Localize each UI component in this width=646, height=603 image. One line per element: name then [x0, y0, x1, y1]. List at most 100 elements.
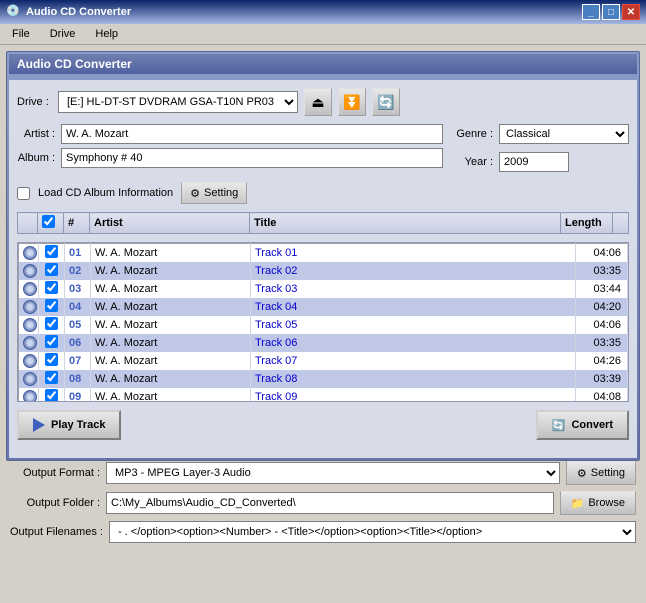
track-table-body: 01 W. A. Mozart Track 01 04:06 02 W. A. …	[18, 243, 628, 402]
load-cd-checkbox[interactable]	[17, 187, 30, 200]
track-checkbox[interactable]	[45, 353, 58, 366]
track-title: Track 07	[251, 352, 576, 370]
track-checkbox-cell[interactable]	[39, 244, 65, 263]
track-checkbox-cell[interactable]	[39, 262, 65, 280]
track-checkbox-cell[interactable]	[39, 280, 65, 298]
track-checkbox-cell[interactable]	[39, 352, 65, 370]
eject-up-button[interactable]: ⏏	[304, 88, 332, 116]
output-format-select[interactable]: MP3 - MPEG Layer-3 AudioWAV AudioOGG Vor…	[106, 462, 560, 484]
track-length: 04:06	[576, 316, 628, 334]
output-section: Output Format : MP3 - MPEG Layer-3 Audio…	[6, 461, 640, 543]
convert-label: Convert	[571, 419, 613, 431]
track-checkbox-cell[interactable]	[39, 370, 65, 388]
info-left: Artist : Album :	[17, 124, 443, 176]
track-artist: W. A. Mozart	[91, 334, 251, 352]
artist-input[interactable]	[61, 124, 443, 144]
eject-down-button[interactable]: ⏬	[338, 88, 366, 116]
track-artist: W. A. Mozart	[91, 370, 251, 388]
panel-title: Audio CD Converter	[9, 54, 637, 74]
album-input[interactable]	[61, 148, 443, 168]
track-artist: W. A. Mozart	[91, 388, 251, 402]
artist-label: Artist :	[17, 128, 55, 140]
track-artist: W. A. Mozart	[91, 298, 251, 316]
track-number: 08	[65, 370, 91, 388]
artist-row: Artist :	[17, 124, 443, 144]
menu-file[interactable]: File	[4, 26, 38, 42]
track-checkbox-cell[interactable]	[39, 334, 65, 352]
drive-select[interactable]: [E:] HL-DT-ST DVDRAM GSA-T10N PR03	[58, 91, 298, 113]
output-format-label: Output Format :	[10, 467, 100, 479]
th-cd	[18, 213, 38, 234]
menu-bar: File Drive Help	[0, 24, 646, 45]
close-button[interactable]: ✕	[622, 4, 640, 20]
maximize-button[interactable]: □	[602, 4, 620, 20]
track-number: 02	[65, 262, 91, 280]
title-bar-controls: _ □ ✕	[582, 4, 640, 20]
track-title: Track 09	[251, 388, 576, 402]
th-length: Length	[561, 213, 613, 234]
output-setting-label: Setting	[591, 467, 625, 479]
convert-button[interactable]: 🔄 Convert	[536, 410, 629, 440]
refresh-button[interactable]: 🔄	[372, 88, 400, 116]
track-title: Track 02	[251, 262, 576, 280]
track-checkbox[interactable]	[45, 263, 58, 276]
setting-button-top[interactable]: ⚙ Setting	[181, 182, 247, 204]
table-row: 02 W. A. Mozart Track 02 03:35	[19, 262, 628, 280]
track-checkbox-cell[interactable]	[39, 388, 65, 402]
track-length: 04:06	[576, 244, 628, 263]
track-checkbox[interactable]	[45, 281, 58, 294]
track-cd-icon	[19, 298, 39, 316]
track-checkbox[interactable]	[45, 389, 58, 402]
main-panel: Audio CD Converter Drive : [E:] HL-DT-ST…	[6, 51, 640, 461]
track-checkbox[interactable]	[45, 371, 58, 384]
table-row: 07 W. A. Mozart Track 07 04:26	[19, 352, 628, 370]
browse-button[interactable]: 📁 Browse	[560, 491, 636, 515]
track-checkbox-cell[interactable]	[39, 316, 65, 334]
drive-label: Drive :	[17, 96, 52, 108]
track-cd-icon	[19, 316, 39, 334]
select-all-checkbox[interactable]	[42, 215, 55, 228]
track-checkbox-cell[interactable]	[39, 298, 65, 316]
output-folder-input[interactable]	[106, 492, 554, 514]
track-checkbox[interactable]	[45, 317, 58, 330]
main-container: Audio CD Converter Drive : [E:] HL-DT-ST…	[0, 45, 646, 555]
panel-inner: Drive : [E:] HL-DT-ST DVDRAM GSA-T10N PR…	[9, 80, 637, 458]
track-length: 04:08	[576, 388, 628, 402]
genre-select[interactable]: ClassicalRockPopJazzBlues	[499, 124, 629, 144]
output-filenames-label: Output Filenames :	[10, 526, 103, 538]
th-num: #	[64, 213, 90, 234]
table-row: 06 W. A. Mozart Track 06 03:35	[19, 334, 628, 352]
action-row: Play Track 🔄 Convert	[17, 410, 629, 440]
gear-icon: ⚙	[190, 187, 200, 200]
track-number: 05	[65, 316, 91, 334]
setting-btn-label: Setting	[204, 187, 238, 199]
track-table-scroll[interactable]: 01 W. A. Mozart Track 01 04:06 02 W. A. …	[17, 242, 629, 402]
track-length: 03:35	[576, 334, 628, 352]
track-number: 03	[65, 280, 91, 298]
track-title: Track 05	[251, 316, 576, 334]
load-cd-label: Load CD Album Information	[38, 187, 173, 199]
track-checkbox[interactable]	[45, 335, 58, 348]
drive-row: Drive : [E:] HL-DT-ST DVDRAM GSA-T10N PR…	[17, 88, 629, 116]
track-length: 03:39	[576, 370, 628, 388]
output-filenames-select[interactable]: - . </option><option><Number> - <Title><…	[109, 521, 636, 543]
track-artist: W. A. Mozart	[91, 316, 251, 334]
track-title: Track 03	[251, 280, 576, 298]
app-icon: 💿	[6, 4, 22, 20]
menu-help[interactable]: Help	[87, 26, 126, 42]
play-track-button[interactable]: Play Track	[17, 410, 121, 440]
track-length: 04:26	[576, 352, 628, 370]
track-cd-icon	[19, 334, 39, 352]
menu-drive[interactable]: Drive	[42, 26, 84, 42]
year-label: Year :	[455, 156, 493, 168]
minimize-button[interactable]: _	[582, 4, 600, 20]
track-cd-icon	[19, 262, 39, 280]
track-checkbox[interactable]	[45, 245, 58, 258]
year-input[interactable]	[499, 152, 569, 172]
output-folder-label: Output Folder :	[10, 497, 100, 509]
track-number: 07	[65, 352, 91, 370]
track-cd-icon	[19, 352, 39, 370]
track-checkbox[interactable]	[45, 299, 58, 312]
th-check	[38, 213, 64, 234]
output-setting-button[interactable]: ⚙ Setting	[566, 461, 636, 485]
